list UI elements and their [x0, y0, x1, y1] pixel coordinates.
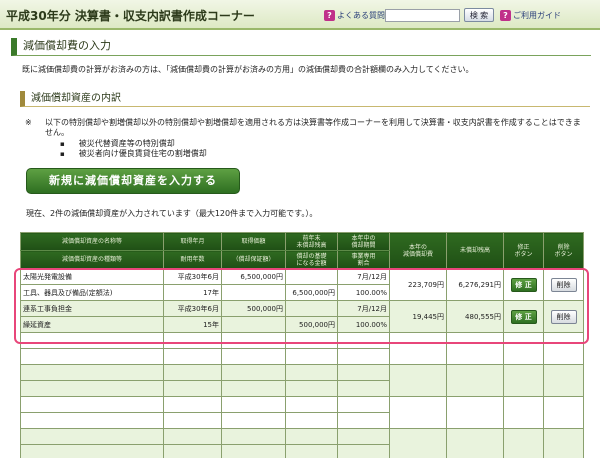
note-mark: ※	[25, 118, 32, 127]
edit-cell: 修 正	[503, 268, 544, 301]
bullet-item: ▪ 被災者向け優良賃貸住宅の割増償却	[60, 149, 207, 159]
useful-life: 17年	[163, 284, 222, 301]
business-ratio: 100.00%	[337, 316, 390, 333]
asset-name: 連系工事負担金	[20, 300, 164, 317]
col-header: 修正 ボタン	[503, 232, 544, 269]
note-text: 以下の特別償却や割増償却以外の特別償却や割増償却を適用される方は決算書等作成コー…	[45, 118, 581, 137]
empty-row	[20, 428, 584, 458]
bullet-icon: ▪	[60, 140, 65, 148]
guarantee-amount	[221, 316, 286, 333]
empty-row	[20, 396, 584, 429]
guarantee-amount	[221, 284, 286, 301]
empty-row	[20, 332, 584, 365]
depreciation-amount: 223,709円	[389, 268, 447, 301]
help-icon: ?	[500, 10, 511, 21]
col-header: 本年中の 償却期間	[337, 232, 390, 251]
bullet-text: 被災代替資産等の特別償却	[78, 139, 175, 148]
col-header: 前年末 未償却残高	[285, 232, 338, 251]
col-header: 減価償却資産の名称等	[20, 232, 164, 251]
col-header: 減価償却資産の種類等	[20, 250, 164, 269]
guide-label: ご利用ガイド	[513, 11, 561, 20]
faq-label: よくある質問	[337, 11, 385, 20]
col-header: 事業専用 割合	[337, 250, 390, 269]
bullet-icon: ▪	[60, 150, 65, 158]
prev-balance	[285, 268, 338, 285]
delete-button[interactable]: 削除	[550, 277, 577, 292]
app-title: 平成30年分 決算書・収支内訳書作成コーナー	[6, 9, 255, 23]
delete-button[interactable]: 削除	[550, 309, 577, 324]
faq-link[interactable]: ? よくある質問	[324, 10, 385, 21]
section-title: 減価償却費の入力	[11, 38, 591, 56]
acquired-price: 500,000円	[221, 300, 286, 317]
table-row: 太陽光発電設備 平成30年6月 6,500,000円 7月/12月 223,70…	[20, 268, 584, 301]
bullet-text: 被災者向け優良賃貸住宅の割増償却	[78, 149, 207, 158]
subsection-title: 減価償却資産の内訳	[20, 91, 590, 107]
new-asset-button[interactable]: 新規に減価償却資産を入力する	[26, 168, 240, 194]
table-row: 連系工事負担金 平成30年6月 500,000円 7月/12月 19,445円 …	[20, 300, 584, 333]
acquired-date: 平成30年6月	[163, 268, 222, 285]
depreciation-period: 7月/12月	[337, 300, 390, 317]
search-button[interactable]: 検 索	[464, 8, 494, 22]
edit-button[interactable]: 修 正	[510, 277, 537, 292]
edit-button[interactable]: 修 正	[510, 309, 537, 324]
asset-table: 減価償却資産の名称等 取得年月 取得価額 前年末 未償却残高 本年中の 償却期間…	[20, 232, 584, 458]
asset-name: 太陽光発電設備	[20, 268, 164, 285]
table-header-row: 減価償却資産の名称等 取得年月 取得価額 前年末 未償却残高 本年中の 償却期間…	[20, 232, 584, 269]
col-header: 耐用年数	[163, 250, 222, 269]
col-header: 取得年月	[163, 232, 222, 251]
col-header: 償却の基礎 になる金額	[285, 250, 338, 269]
delete-cell: 削除	[543, 300, 584, 333]
top-bar: 平成30年分 決算書・収支内訳書作成コーナー ? よくある質問 検 索 ? ご利…	[0, 0, 600, 30]
empty-row	[20, 364, 584, 397]
business-ratio: 100.00%	[337, 284, 390, 301]
col-header: 取得価額	[221, 232, 286, 251]
prev-balance	[285, 300, 338, 317]
status-text: 現在、2件の減価償却資産が入力されています（最大120件まで入力可能です。）。	[26, 209, 318, 218]
bullet-item: ▪ 被災代替資産等の特別償却	[60, 139, 207, 149]
acquired-date: 平成30年6月	[163, 300, 222, 317]
search-input[interactable]	[385, 9, 460, 22]
remaining-balance: 6,276,291円	[446, 268, 504, 301]
basis-amount: 6,500,000円	[285, 284, 338, 301]
col-header: 本年の 減価償却費	[389, 232, 447, 269]
asset-category: 工具、器具及び備品(定額法)	[20, 284, 164, 301]
col-header: 未償却残高	[446, 232, 504, 269]
col-header: （償却保証額）	[221, 250, 286, 269]
basis-amount: 500,000円	[285, 316, 338, 333]
intro-text: 既に減価償却費の計算がお済みの方は、「減価償却費の計算がお済みの方用」の減価償却…	[22, 65, 474, 74]
guide-link[interactable]: ? ご利用ガイド	[500, 10, 561, 21]
depreciation-period: 7月/12月	[337, 268, 390, 285]
bullet-list: ▪ 被災代替資産等の特別償却 ▪ 被災者向け優良賃貸住宅の割増償却	[60, 139, 207, 159]
depreciation-amount: 19,445円	[389, 300, 447, 333]
delete-cell: 削除	[543, 268, 584, 301]
edit-cell: 修 正	[503, 300, 544, 333]
remaining-balance: 480,555円	[446, 300, 504, 333]
acquired-price: 6,500,000円	[221, 268, 286, 285]
question-icon: ?	[324, 10, 335, 21]
col-header: 削除 ボタン	[543, 232, 584, 269]
asset-category: 繰延資産	[20, 316, 164, 333]
useful-life: 15年	[163, 316, 222, 333]
